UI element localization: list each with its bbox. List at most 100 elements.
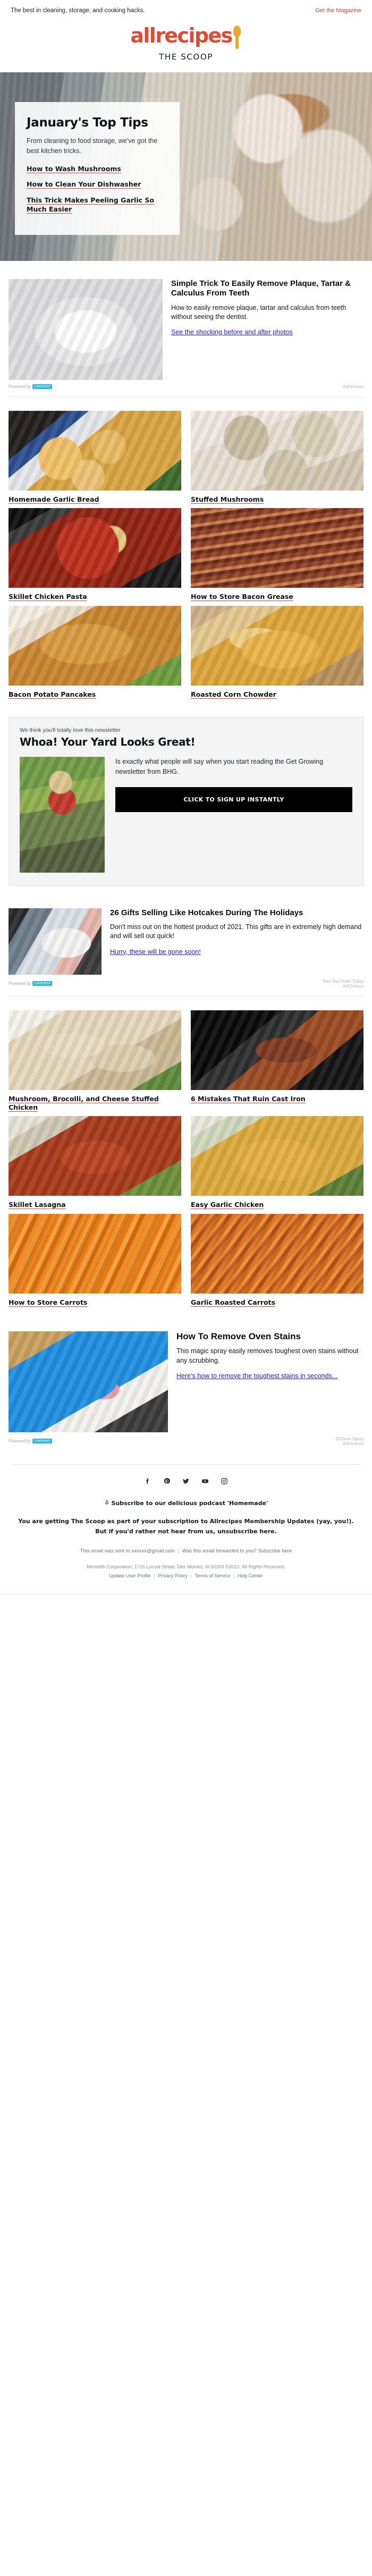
ad-description: Don't miss out on the hottest product of… [110,923,362,940]
pinterest-icon[interactable] [163,1477,171,1488]
spoon-icon [233,26,242,49]
recipe-row: How to Store Carrots Garlic Roasted Carr… [9,1213,363,1307]
recipe-title[interactable]: 6 Mistakes That Ruin Cast Iron [191,1095,363,1103]
recipe-image[interactable] [191,1213,363,1294]
subscription-note: You are getting The Scoop as part of you… [18,1517,354,1535]
recipe-image[interactable] [9,605,181,686]
recipe-title[interactable]: Homemade Garlic Bread [9,495,181,504]
ad-block-gifts: 26 Gifts Selling Like Hotcakes During Th… [0,890,372,1001]
recipe-grid-bottom: Mushroom, Brocolli, and Cheese Stuffed C… [0,1001,372,1313]
recipe-image[interactable] [191,411,363,491]
podcast-label: Subscribe to our delicious podcast 'Home… [111,1499,268,1507]
recipe-title[interactable]: Stuffed Mushrooms [191,495,363,504]
newsletter-tagline: THE SCOOP [159,52,213,62]
recipe-card-store-carrots[interactable]: How to Store Carrots [9,1213,181,1307]
recipe-card-roasted-corn-chowder[interactable]: Roasted Corn Chowder [191,605,363,699]
privacy-policy-link[interactable]: Privacy Policy [158,1573,188,1578]
recipe-card-stuffed-mushrooms[interactable]: Stuffed Mushrooms [191,411,363,504]
ad-image-oven-stains[interactable] [9,1331,168,1432]
ad-cta-link[interactable]: Hurry, these will be gone soon! [110,948,201,957]
recipe-card-store-bacon-grease[interactable]: How to Store Bacon Grease [191,508,363,601]
promo-copy: Is exactly what people will say when you… [115,757,324,776]
recipe-row: Skillet Chicken Pasta How to Store Bacon… [9,508,363,601]
adchoices-label[interactable]: AdChoices [343,1441,363,1446]
promo-headline: Whoa! Your Yard Looks Great! [20,735,196,748]
ad-image-gifts[interactable] [9,908,102,975]
separator: | [233,1573,235,1578]
adchoices-label[interactable]: AdChoices [343,384,363,389]
help-center-link[interactable]: Help Center [238,1573,263,1578]
allrecipes-logo[interactable]: allrecipes [0,26,372,49]
signup-button[interactable]: CLICK TO SIGN UP INSTANTLY [115,787,352,812]
recipe-title[interactable]: How to Store Carrots [9,1298,181,1307]
recipe-card-garlic-roasted-carrots[interactable]: Garlic Roasted Carrots [191,1213,363,1307]
instagram-icon[interactable] [221,1477,228,1488]
powered-by-label: Powered by [9,384,31,389]
recipe-title[interactable]: How to Store Bacon Grease [191,593,363,601]
recipe-title[interactable]: Bacon Potato Pancakes [9,690,181,699]
recipe-image[interactable] [9,411,181,491]
recipe-card-stuffed-chicken[interactable]: Mushroom, Brocolli, and Cheese Stuffed C… [9,1010,181,1112]
podcast-link[interactable]: Subscribe to our delicious podcast 'Home… [14,1499,358,1507]
powered-by-label: Powered by [9,1439,31,1444]
copyright-text: Meredith Corporation, 1716 Locust Street… [87,1564,285,1570]
ad-cta-link[interactable]: See the shocking before and after photos [171,328,293,337]
recipe-image[interactable] [9,508,181,588]
recipe-card-skillet-chicken-pasta[interactable]: Skillet Chicken Pasta [9,508,181,601]
footer: Subscribe to our delicious podcast 'Home… [0,1491,372,1594]
social-links [0,1465,372,1491]
adchoices-label[interactable]: AdChoices [343,984,363,989]
recipe-image[interactable] [9,1213,181,1294]
recipe-image[interactable] [191,605,363,686]
recipe-title[interactable]: Mushroom, Brocolli, and Cheese Stuffed C… [9,1095,181,1112]
recipe-card-garlic-bread[interactable]: Homemade Garlic Bread [9,411,181,504]
ad-sponsor: DrClean Spray AdChoices [336,1437,363,1446]
recipe-row: Mushroom, Brocolli, and Cheese Stuffed C… [9,1010,363,1112]
legal-links: Update User Profile | Privacy Policy | T… [14,1572,358,1580]
recipe-card-cast-iron-mistakes[interactable]: 6 Mistakes That Ruin Cast Iron [191,1010,363,1112]
separator: | [154,1573,155,1578]
email-body: The best in cleaning, storage, and cooki… [0,0,372,1612]
logo-wordmark: allrecipes [130,24,233,47]
hero-card: January's Top Tips From cleaning to food… [15,102,180,235]
powered-by: Powered by LiveIntent [9,1439,52,1444]
facebook-icon[interactable] [144,1477,151,1488]
recipe-card-skillet-lasagna[interactable]: Skillet Lasagna [9,1116,181,1209]
recipe-card-bacon-potato-pancakes[interactable]: Bacon Potato Pancakes [9,605,181,699]
subscribe-here-link[interactable]: Was this email forwarded to you? Subscri… [182,1548,292,1554]
ad-description: This magic spray easily removes toughest… [176,1347,359,1364]
recipe-title[interactable]: Easy Garlic Chicken [191,1201,363,1209]
powered-by: Powered by LiveIntent [9,981,52,986]
terms-of-service-link[interactable]: Terms of Service [195,1573,230,1578]
hero-link-wash-mushrooms[interactable]: How to Wash Mushrooms [27,165,168,174]
recipe-image[interactable] [9,1010,181,1090]
hero-banner: January's Top Tips From cleaning to food… [0,72,372,261]
twitter-icon[interactable] [182,1477,190,1488]
recipe-image[interactable] [9,1116,181,1196]
recipe-image[interactable] [191,508,363,588]
ad-title: How To Remove Oven Stains [176,1331,301,1341]
recipe-title[interactable]: Roasted Corn Chowder [191,690,363,699]
preheader-bar: The best in cleaning, storage, and cooki… [0,0,372,19]
get-the-magazine-link[interactable]: Get the Magazine [315,7,361,14]
recipe-title[interactable]: Garlic Roasted Carrots [191,1298,363,1307]
hero-link-clean-dishwasher[interactable]: How to Clean Your Dishwasher [27,180,168,189]
microphone-icon [104,1500,112,1507]
recipe-image[interactable] [191,1116,363,1196]
liveintent-badge: LiveIntent [32,981,52,986]
ad-image-dental[interactable] [9,279,163,380]
youtube-icon[interactable] [201,1477,209,1488]
ad-sponsor: Your Top Deals Today AdChoices [323,979,363,989]
newsletter-promo-section: We think you'll totally love this newsle… [0,705,372,890]
recipe-card-easy-garlic-chicken[interactable]: Easy Garlic Chicken [191,1116,363,1209]
ad-block-oven-stains: How To Remove Oven Stains This magic spr… [0,1313,372,1450]
recipe-image[interactable] [191,1010,363,1090]
bottom-spacer [0,1594,372,1612]
recipe-title[interactable]: Skillet Lasagna [9,1201,181,1209]
recipe-title[interactable]: Skillet Chicken Pasta [9,593,181,601]
newsletter-promo-card: We think you'll totally love this newsle… [9,716,363,886]
update-user-profile-link[interactable]: Update User Profile [109,1573,151,1578]
hero-link-peeling-garlic[interactable]: This Trick Makes Peeling Garlic So Much … [27,196,168,214]
ad-cta-link[interactable]: Here's how to remove the toughest stains… [176,1372,337,1381]
promo-image-gardening[interactable] [20,756,105,873]
